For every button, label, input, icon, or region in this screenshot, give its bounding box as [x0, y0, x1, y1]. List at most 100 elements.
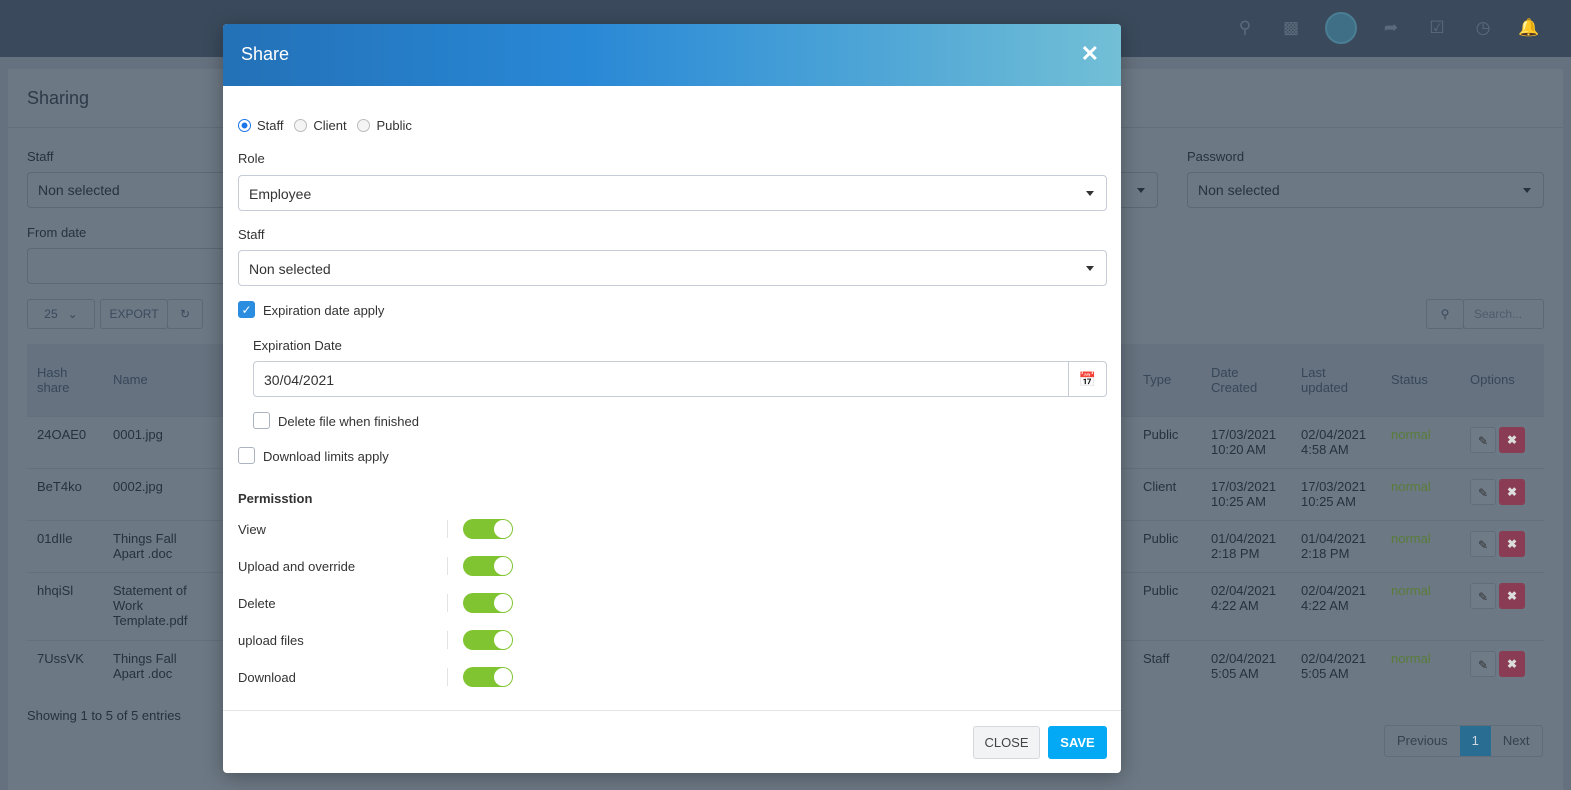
delete-icon[interactable]: ✖: [1499, 426, 1525, 453]
caret-down-icon: [1137, 188, 1145, 193]
page-1-button[interactable]: 1: [1459, 726, 1491, 756]
cell-last-updated: 02/04/2021 5:05 AM: [1291, 639, 1381, 692]
staff-value: Non selected: [249, 261, 331, 277]
col-date-created[interactable]: Date Created: [1201, 344, 1291, 416]
delete-file-label[interactable]: Delete file when finished: [278, 414, 419, 429]
cell-last-updated: 02/04/2021 4:58 AM: [1291, 415, 1381, 468]
cell-name: 0002.jpg: [103, 467, 213, 520]
from-date-input[interactable]: [27, 248, 227, 284]
expiration-date-value: 30/04/2021: [264, 372, 335, 388]
avatar[interactable]: [1325, 12, 1357, 44]
col-type[interactable]: Type: [1133, 344, 1201, 416]
cell-status: normal: [1381, 639, 1460, 692]
cell-options: ✎ ✖: [1460, 519, 1544, 572]
divider: [447, 520, 448, 538]
expiration-date-apply-checkbox[interactable]: ✓: [238, 301, 255, 318]
edit-icon[interactable]: ✎: [1470, 582, 1496, 609]
permission-toggle[interactable]: [463, 593, 513, 613]
permission-label: Delete: [238, 596, 276, 611]
table-search-input[interactable]: Search...: [1463, 299, 1544, 329]
contact-card-icon[interactable]: ▩: [1279, 10, 1303, 46]
bell-icon[interactable]: 🔔: [1517, 10, 1541, 46]
role-value: Employee: [249, 186, 312, 202]
divider: [447, 631, 448, 649]
caret-down-icon: [1086, 266, 1094, 271]
permission-label: Download: [238, 670, 296, 685]
permission-toggle[interactable]: [463, 667, 513, 687]
calendar-icon[interactable]: 📅: [1068, 362, 1106, 396]
password-filter-select[interactable]: Non selected: [1187, 172, 1544, 208]
edit-icon[interactable]: ✎: [1470, 650, 1496, 677]
search-button[interactable]: ⚲: [1426, 299, 1464, 329]
radio-staff[interactable]: [238, 119, 251, 132]
cell-status: normal: [1381, 415, 1460, 468]
previous-page-button[interactable]: Previous: [1385, 726, 1460, 756]
cell-name: Things Fall Apart .doc: [103, 639, 213, 692]
search-icon: ⚲: [1440, 307, 1450, 321]
share-to-radio-group: Staff Client Public: [238, 118, 412, 133]
col-name[interactable]: Name: [103, 344, 213, 416]
search-icon[interactable]: ⚲: [1233, 10, 1257, 46]
cell-hash: 7UssVK: [27, 639, 103, 692]
cell-type: Public: [1133, 519, 1201, 572]
staff-filter-select[interactable]: Non selected: [27, 172, 227, 208]
expiration-date-input[interactable]: 30/04/2021 📅: [253, 361, 1107, 397]
radio-public[interactable]: [357, 119, 371, 132]
page-size-select[interactable]: 25 ⌄: [27, 299, 95, 329]
share-icon[interactable]: ➦: [1379, 10, 1403, 46]
col-status[interactable]: Status: [1381, 344, 1460, 416]
modal-title: Share: [241, 44, 290, 64]
cell-hash: 01dIle: [27, 519, 103, 572]
radio-client-label[interactable]: Client: [313, 118, 346, 133]
delete-file-checkbox[interactable]: [253, 412, 270, 429]
cell-options: ✎ ✖: [1460, 571, 1544, 640]
cell-type: Public: [1133, 571, 1201, 640]
export-button[interactable]: EXPORT: [100, 299, 168, 329]
delete-icon[interactable]: ✖: [1499, 650, 1525, 677]
download-limits-label[interactable]: Download limits apply: [263, 449, 389, 464]
col-last-updated[interactable]: Last updated: [1291, 344, 1381, 416]
expiration-date-apply-label[interactable]: Expiration date apply: [263, 303, 384, 318]
role-label: Role: [238, 151, 265, 166]
cell-last-updated: 01/04/2021 2:18 PM: [1291, 519, 1381, 572]
close-icon[interactable]: ✕: [1081, 41, 1099, 67]
cell-status: normal: [1381, 519, 1460, 572]
radio-staff-label[interactable]: Staff: [257, 118, 284, 133]
pagination: Previous 1 Next: [1384, 725, 1543, 757]
refresh-button[interactable]: ↻: [167, 299, 203, 329]
permission-title: Permisstion: [238, 491, 313, 506]
permission-label: View: [238, 522, 266, 537]
divider: [447, 594, 448, 612]
edit-icon[interactable]: ✎: [1470, 530, 1496, 557]
next-page-button[interactable]: Next: [1491, 726, 1542, 756]
password-filter-label: Password: [1187, 149, 1245, 164]
save-button[interactable]: SAVE: [1048, 726, 1107, 759]
cell-options: ✎ ✖: [1460, 639, 1544, 692]
cell-date-created: 17/03/2021 10:25 AM: [1201, 467, 1291, 520]
edit-icon[interactable]: ✎: [1470, 426, 1496, 453]
edit-icon[interactable]: ✎: [1470, 478, 1496, 505]
cell-date-created: 02/04/2021 4:22 AM: [1201, 571, 1291, 640]
col-hash-share[interactable]: Hash share: [27, 344, 103, 416]
cell-date-created: 17/03/2021 10:20 AM: [1201, 415, 1291, 468]
close-button[interactable]: CLOSE: [973, 726, 1040, 759]
col-options: Options: [1460, 344, 1544, 416]
radio-public-label[interactable]: Public: [376, 118, 411, 133]
permission-toggle[interactable]: [463, 556, 513, 576]
role-select[interactable]: Employee: [238, 175, 1107, 211]
password-filter-value: Non selected: [1198, 182, 1280, 198]
download-limits-checkbox[interactable]: [238, 447, 255, 464]
cell-hash: BeT4ko: [27, 467, 103, 520]
staff-select[interactable]: Non selected: [238, 250, 1107, 286]
delete-icon[interactable]: ✖: [1499, 582, 1525, 609]
delete-icon[interactable]: ✖: [1499, 530, 1525, 557]
clock-icon[interactable]: ◷: [1471, 10, 1495, 46]
permission-toggle[interactable]: [463, 630, 513, 650]
checkbox-icon[interactable]: ☑: [1425, 10, 1449, 46]
cell-hash: 24OAE0: [27, 415, 103, 468]
expiration-date-label: Expiration Date: [253, 338, 342, 353]
delete-icon[interactable]: ✖: [1499, 478, 1525, 505]
radio-client[interactable]: [294, 119, 308, 132]
staff-filter-value: Non selected: [38, 182, 120, 198]
permission-toggle[interactable]: [463, 519, 513, 539]
